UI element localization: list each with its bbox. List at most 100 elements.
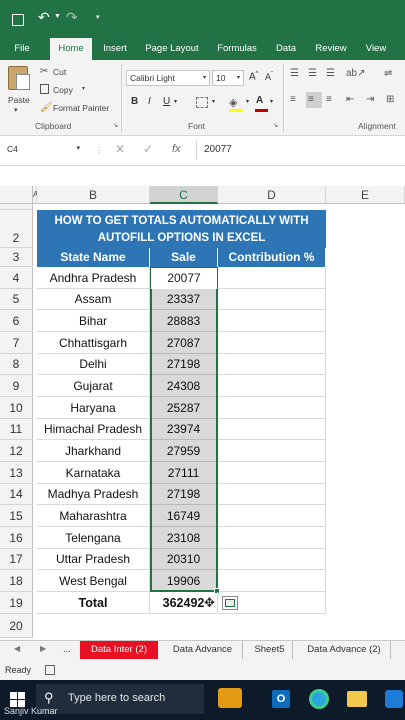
sale-cell[interactable]: 24308: [150, 375, 218, 397]
sale-cell[interactable]: 20310: [150, 549, 218, 570]
header-contribution[interactable]: Contribution %: [218, 248, 326, 267]
contribution-cell[interactable]: [218, 527, 326, 549]
row-header-15[interactable]: 15: [0, 505, 33, 527]
row-header-16[interactable]: 16: [0, 527, 33, 549]
sale-cell[interactable]: 27111: [150, 462, 218, 484]
copy-icon[interactable]: [40, 84, 49, 94]
cut-icon[interactable]: ✂: [40, 66, 48, 77]
macro-record-icon[interactable]: [45, 665, 55, 675]
row-header-12[interactable]: 12: [0, 440, 33, 462]
align-center-icon[interactable]: ≡: [308, 94, 314, 105]
row-header-20[interactable]: 20: [0, 614, 33, 638]
fill-color-dropdown-icon[interactable]: ▾: [246, 98, 249, 105]
sheet-tab-data-advance-2[interactable]: Data Advance (2): [298, 641, 391, 659]
outlook-icon[interactable]: O: [272, 690, 290, 708]
state-cell[interactable]: Haryana: [37, 397, 150, 419]
undo-icon[interactable]: ↶: [38, 9, 50, 26]
copy-label[interactable]: Copy: [53, 85, 73, 95]
state-cell[interactable]: Gujarat: [37, 375, 150, 397]
increase-indent-icon[interactable]: ⇥: [366, 94, 374, 105]
sale-cell[interactable]: 16749: [150, 505, 218, 527]
contribution-cell[interactable]: [218, 310, 326, 332]
row-header-14[interactable]: 14: [0, 484, 33, 505]
sale-cell[interactable]: 27087: [150, 332, 218, 354]
header-sale[interactable]: Sale: [150, 248, 218, 267]
tab-file[interactable]: File: [6, 38, 38, 60]
underline-button[interactable]: U: [163, 96, 170, 107]
bold-button[interactable]: B: [131, 96, 138, 107]
format-painter-icon[interactable]: 🖌: [40, 102, 53, 113]
orientation-icon[interactable]: ab↗: [346, 68, 366, 79]
briefcase-app-icon[interactable]: [218, 688, 242, 708]
state-cell[interactable]: Delhi: [37, 354, 150, 375]
store-app-icon[interactable]: [385, 690, 403, 708]
align-right-icon[interactable]: ≡: [326, 94, 332, 105]
state-cell[interactable]: Karnataka: [37, 462, 150, 484]
undo-dropdown-icon[interactable]: ▼: [54, 13, 61, 20]
decrease-font-icon[interactable]: Aˇ: [265, 72, 273, 82]
formula-bar-menu-icon[interactable]: ⋮: [95, 146, 103, 155]
tab-page-layout[interactable]: Page Layout: [142, 38, 202, 60]
italic-button[interactable]: I: [148, 96, 151, 107]
contribution-cell[interactable]: [218, 419, 326, 440]
tab-review[interactable]: Review: [310, 38, 352, 60]
total-label[interactable]: Total: [37, 592, 150, 614]
wrap-text-icon[interactable]: ⇌: [384, 68, 392, 79]
auto-fill-options-button[interactable]: [222, 596, 238, 610]
sheet-tab-data-advance[interactable]: Data Advance: [163, 641, 243, 659]
bottom-align-icon[interactable]: ☰: [326, 68, 335, 79]
borders-icon[interactable]: [196, 97, 208, 108]
contribution-cell[interactable]: [218, 462, 326, 484]
tab-data[interactable]: Data: [272, 38, 300, 60]
taskbar-search-box[interactable]: ⚲ Type here to search: [36, 684, 204, 714]
sale-cell[interactable]: 27198: [150, 354, 218, 375]
sale-cell[interactable]: 27959: [150, 440, 218, 462]
merge-center-icon[interactable]: ⊞: [386, 94, 394, 105]
contribution-cell[interactable]: [218, 354, 326, 375]
font-color-dropdown-icon[interactable]: ▾: [270, 98, 273, 105]
file-explorer-icon[interactable]: [347, 691, 367, 707]
insert-function-icon[interactable]: fx: [172, 143, 181, 155]
tab-insert[interactable]: Insert: [97, 38, 133, 60]
sale-cell[interactable]: 23337: [150, 289, 218, 310]
contribution-cell[interactable]: [218, 505, 326, 527]
align-left-icon[interactable]: ≡: [290, 94, 296, 105]
format-painter-label[interactable]: Format Painter: [53, 103, 109, 113]
name-box[interactable]: C4 ▾: [4, 142, 82, 159]
state-cell[interactable]: Jharkhand: [37, 440, 150, 462]
row-header-10[interactable]: 10: [0, 397, 33, 419]
increase-font-icon[interactable]: A^: [249, 71, 259, 82]
state-cell[interactable]: Assam: [37, 289, 150, 310]
font-launcher-icon[interactable]: ↘: [273, 122, 278, 129]
sale-cell[interactable]: 25287: [150, 397, 218, 419]
contribution-cell[interactable]: [218, 484, 326, 505]
edge-browser-icon[interactable]: [309, 689, 329, 709]
customize-qat-icon[interactable]: ▾: [96, 13, 100, 21]
state-cell[interactable]: Madhya Pradesh: [37, 484, 150, 505]
row-header-17[interactable]: 17: [0, 549, 33, 570]
state-cell[interactable]: Chhattisgarh: [37, 332, 150, 354]
row-header-19[interactable]: 19: [0, 592, 33, 614]
row-header-6[interactable]: 6: [0, 310, 33, 332]
contribution-cell[interactable]: [218, 570, 326, 592]
formula-input[interactable]: 20077: [204, 144, 232, 155]
column-header-c[interactable]: C: [150, 186, 218, 204]
row-header-3[interactable]: 3: [0, 248, 33, 267]
fill-color-icon[interactable]: ◈: [229, 96, 237, 109]
contribution-cell[interactable]: [218, 289, 326, 310]
sheet-tab-sheet5[interactable]: Sheet5: [247, 641, 293, 659]
font-color-icon[interactable]: A: [256, 95, 263, 106]
column-header-b[interactable]: B: [37, 186, 150, 204]
scroll-left-icon[interactable]: ◀: [14, 644, 20, 653]
select-all-corner[interactable]: [0, 186, 33, 204]
tab-view[interactable]: View: [360, 38, 392, 60]
cut-label[interactable]: Cut: [53, 67, 66, 77]
column-header-d[interactable]: D: [218, 186, 326, 204]
cancel-entry-icon[interactable]: ✕: [115, 142, 125, 156]
row-header-7[interactable]: 7: [0, 332, 33, 354]
sale-cell[interactable]: 23974: [150, 419, 218, 440]
borders-dropdown-icon[interactable]: ▾: [212, 98, 215, 105]
confirm-entry-icon[interactable]: ✓: [143, 142, 153, 156]
row-header-9[interactable]: 9: [0, 375, 33, 397]
sheet-tab-data-inter-2[interactable]: Data Inter (2): [80, 641, 158, 659]
